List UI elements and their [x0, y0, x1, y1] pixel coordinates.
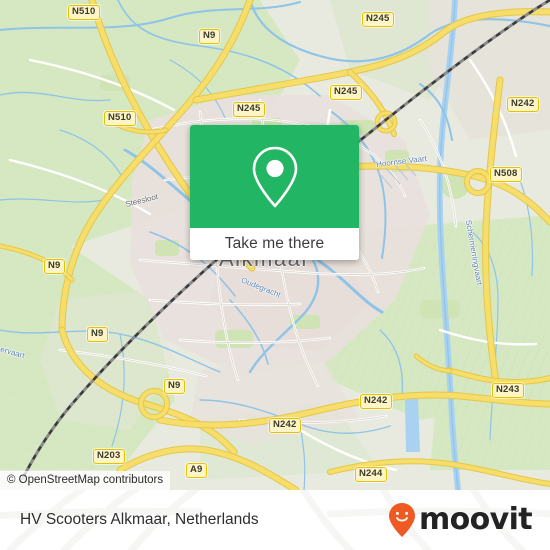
screenshot-root: N510 N9 N245 N245 N242 N510 N245 N508 N9…: [0, 0, 550, 550]
road-shield-n242: N242: [507, 97, 539, 112]
road-shield-n242: N242: [269, 418, 301, 433]
moovit-pin-smiley-icon: [388, 503, 415, 537]
footer-bar: HV Scooters Alkmaar, Netherlands moovit: [0, 490, 550, 550]
road-shield-a9: A9: [186, 463, 207, 478]
card-header: [190, 125, 359, 228]
map-attribution: © OpenStreetMap contributors: [0, 471, 171, 490]
road-shield-n9: N9: [87, 327, 108, 342]
page-title: HV Scooters Alkmaar, Netherlands: [20, 511, 259, 528]
road-shield-n245: N245: [362, 12, 394, 27]
road-shield-n245: N245: [330, 85, 362, 100]
destination-card[interactable]: Take me there: [190, 125, 359, 260]
road-shield-n9: N9: [44, 259, 65, 274]
road-shield-n9: N9: [199, 29, 220, 44]
road-shield-n244: N244: [355, 467, 387, 482]
road-shield-n242: N242: [360, 394, 392, 409]
map-pin-icon: [252, 146, 297, 207]
road-shield-n203: N203: [93, 449, 125, 464]
take-me-there-label: Take me there: [224, 235, 325, 252]
road-shield-n508: N508: [490, 167, 522, 182]
road-shield-n510: N510: [104, 111, 136, 126]
moovit-brand[interactable]: moovit: [387, 502, 533, 538]
road-shield-n9: N9: [164, 379, 185, 394]
moovit-wordmark: moovit: [418, 502, 533, 537]
take-me-there-button[interactable]: Take me there: [190, 228, 359, 260]
road-shield-n510: N510: [68, 5, 100, 20]
road-shield-n243: N243: [492, 383, 524, 398]
road-shield-n245: N245: [233, 102, 265, 117]
